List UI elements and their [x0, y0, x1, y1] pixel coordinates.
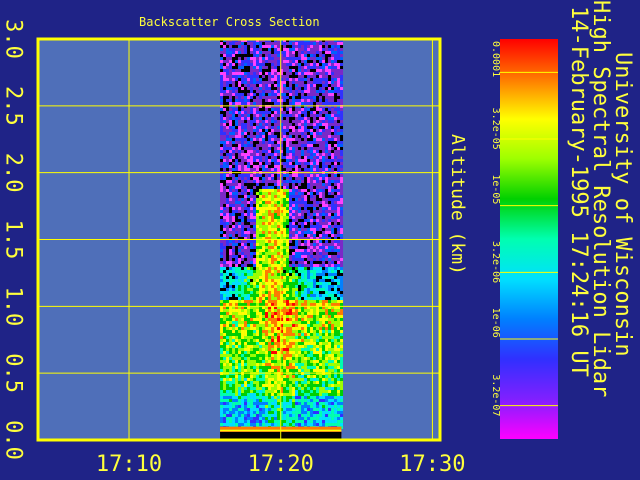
colorbar-tick-label: 3.2e-05 — [490, 108, 501, 150]
colorbar-tick-label: 3.2e-07 — [490, 374, 501, 416]
y-tick-label: 3.0 — [1, 19, 26, 59]
x-tick-label: 17:10 — [96, 452, 162, 477]
colorbar — [500, 39, 558, 439]
y-tick-label: 2.5 — [1, 86, 26, 126]
x-tick-label: 17:20 — [248, 452, 314, 477]
colorbar-tick-label: 1e-05 — [490, 174, 501, 204]
y-tick-label: 1.0 — [1, 286, 26, 326]
x-tick-label: 17:30 — [399, 452, 465, 477]
colorbar-tick-label: 0.0001 — [490, 41, 501, 77]
y-tick-label: 1.5 — [1, 220, 26, 260]
backscatter-chart: 17:10 17:20 17:30 0.0 0.5 1.0 1.5 2.0 2.5 3.0 0.0… — [1, 19, 558, 477]
colorbar-tick-label: 1e-06 — [490, 308, 501, 338]
y-tick-label: 0.5 — [1, 353, 26, 393]
y-tick-label: 0.0 — [1, 420, 26, 460]
colorbar-tick-label: 3.2e-06 — [490, 241, 501, 283]
y-tick-label: 2.0 — [1, 153, 26, 193]
